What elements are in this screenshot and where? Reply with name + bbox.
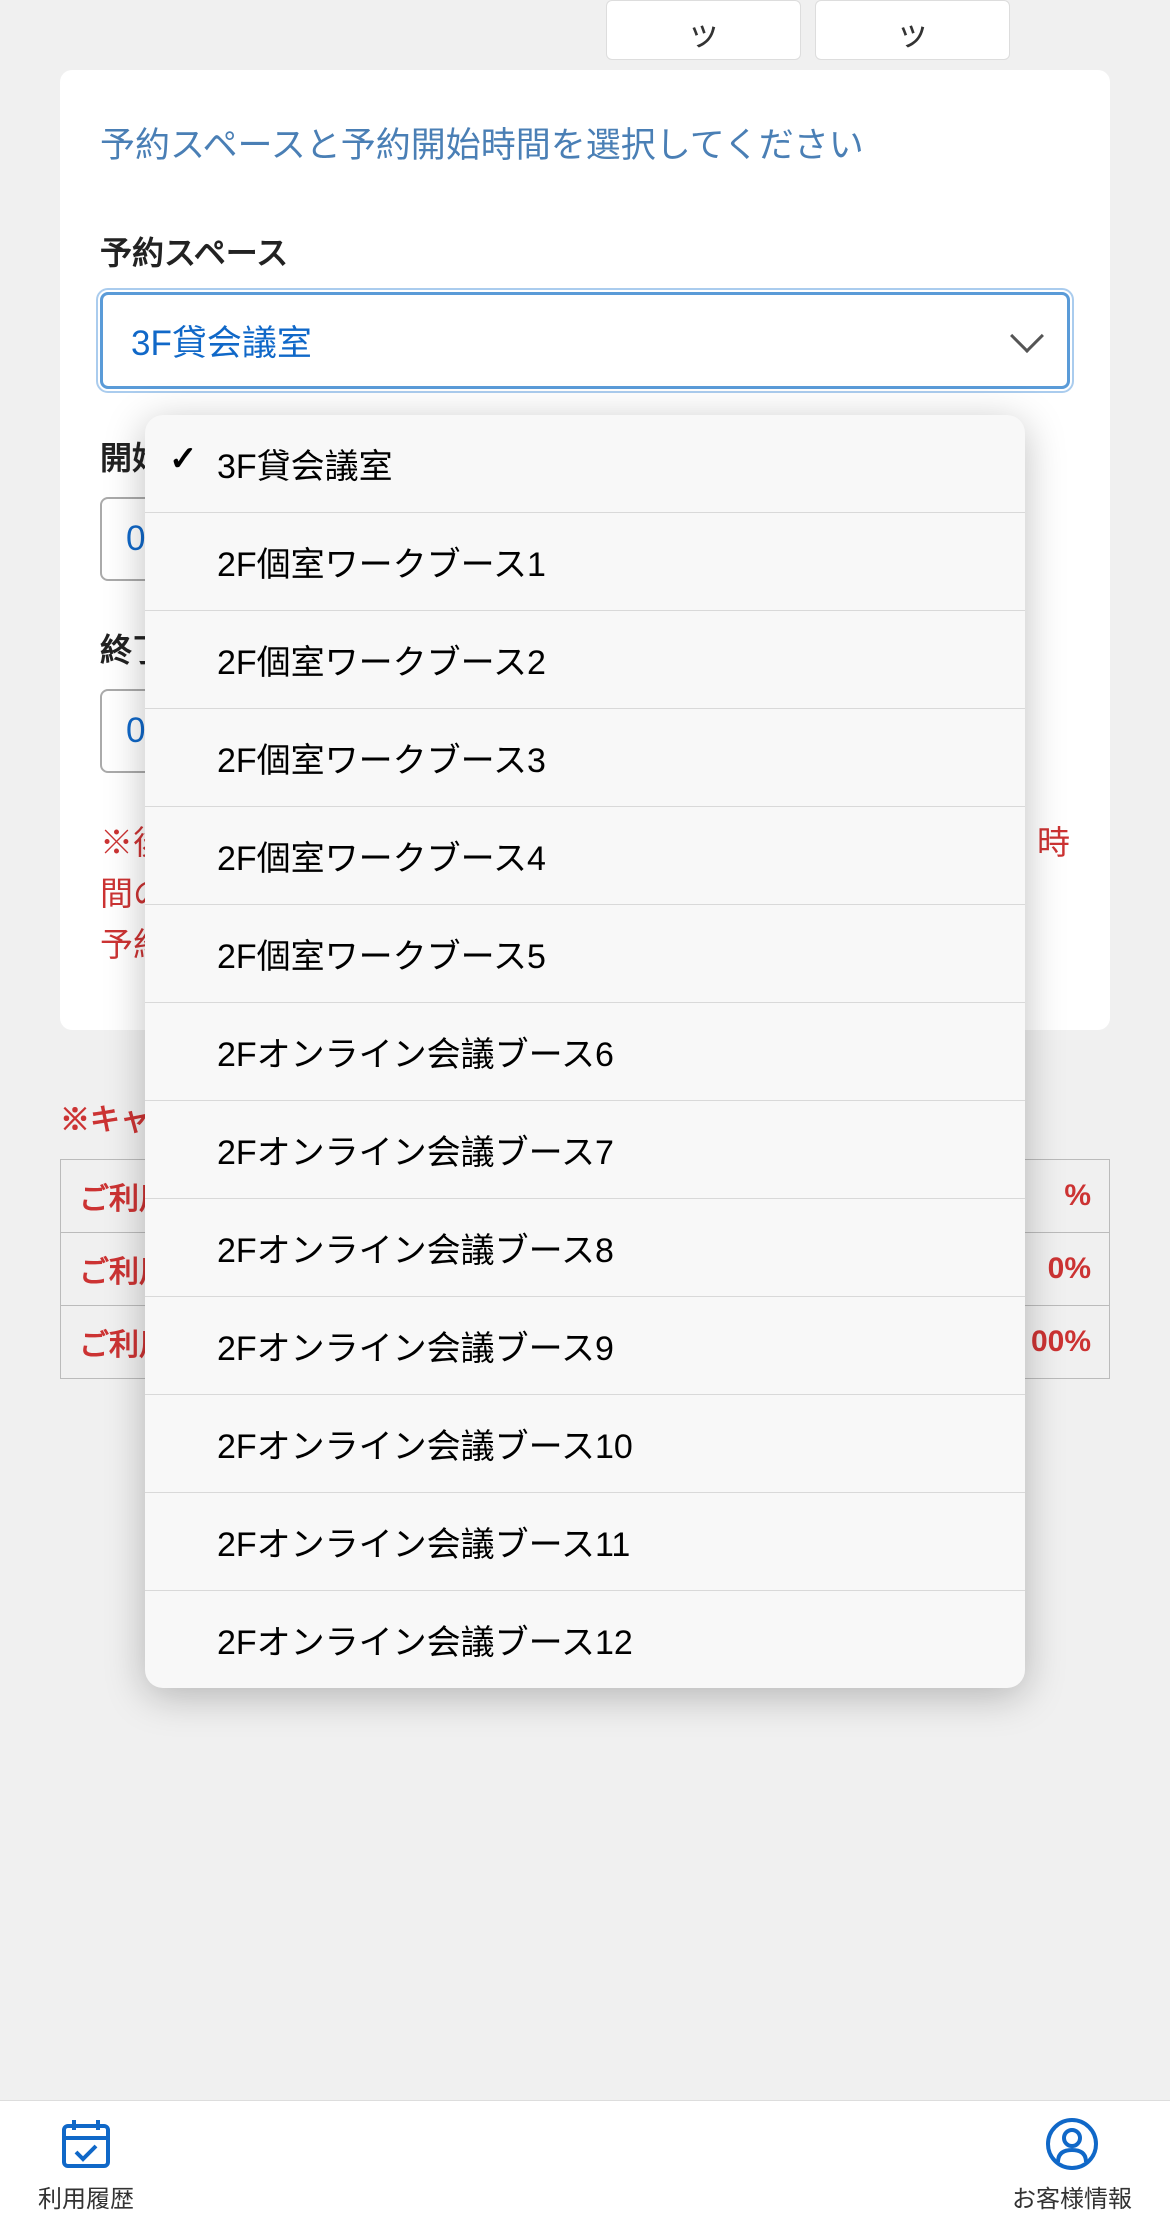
- dropdown-option[interactable]: 2Fオンライン会議ブース11: [145, 1493, 1025, 1591]
- dropdown-option[interactable]: 2F個室ワークブース4: [145, 807, 1025, 905]
- nav-customer[interactable]: お客様情報: [1012, 2113, 1132, 2218]
- dropdown-option[interactable]: 2Fオンライン会議ブース12: [145, 1591, 1025, 1688]
- dropdown-option[interactable]: 2F個室ワークブース3: [145, 709, 1025, 807]
- dropdown-option[interactable]: 2F個室ワークブース5: [145, 905, 1025, 1003]
- nav-customer-label: お客様情報: [1012, 2179, 1132, 2214]
- instruction-text: 予約スペースと予約開始時間を選択してください: [100, 120, 1070, 173]
- space-dropdown: 3F貸会議室2F個室ワークブース12F個室ワークブース22F個室ワークブース32…: [145, 415, 1025, 1688]
- dropdown-option[interactable]: 2Fオンライン会議ブース6: [145, 1003, 1025, 1101]
- dropdown-option[interactable]: 2Fオンライン会議ブース9: [145, 1297, 1025, 1395]
- nav-history[interactable]: 利用履歴: [38, 2113, 134, 2218]
- calendar-check-icon: [55, 2113, 117, 2175]
- dropdown-option[interactable]: 2F個室ワークブース2: [145, 611, 1025, 709]
- dropdown-option[interactable]: 2F個室ワークブース1: [145, 513, 1025, 611]
- top-button-1[interactable]: ッ: [606, 0, 801, 60]
- chevron-down-icon: [1010, 319, 1044, 353]
- top-button-2[interactable]: ッ: [815, 0, 1010, 60]
- bottom-nav: 利用履歴 お客様情報: [0, 2100, 1170, 2218]
- dropdown-option[interactable]: 3F貸会議室: [145, 415, 1025, 513]
- space-label: 予約スペース: [100, 228, 1070, 274]
- dropdown-option[interactable]: 2Fオンライン会議ブース8: [145, 1199, 1025, 1297]
- nav-history-label: 利用履歴: [38, 2179, 134, 2214]
- dropdown-option[interactable]: 2Fオンライン会議ブース10: [145, 1395, 1025, 1493]
- space-select-value: 3F貸会議室: [131, 315, 312, 366]
- dropdown-option[interactable]: 2Fオンライン会議ブース7: [145, 1101, 1025, 1199]
- user-circle-icon: [1041, 2113, 1103, 2175]
- space-select[interactable]: 3F貸会議室: [100, 292, 1070, 389]
